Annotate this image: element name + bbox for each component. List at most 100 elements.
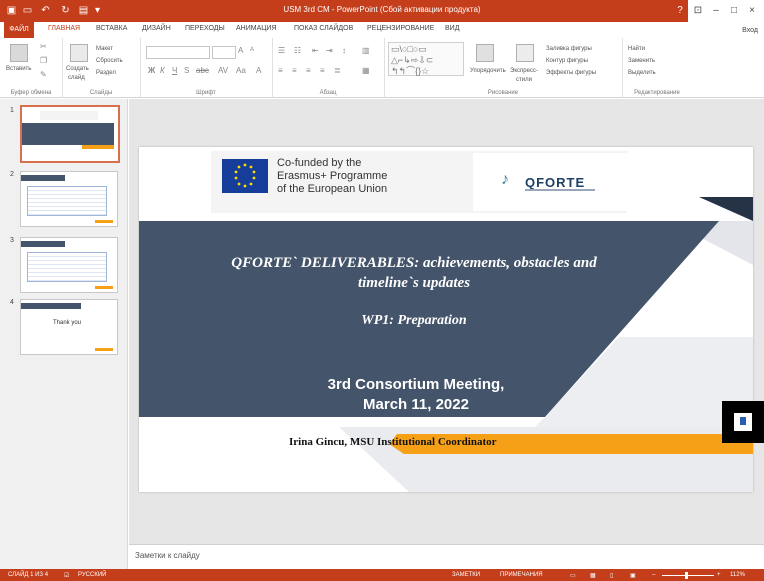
grow-font-icon[interactable]: A bbox=[238, 46, 243, 55]
justify-icon[interactable]: ≡ bbox=[320, 66, 325, 75]
sign-in-link[interactable]: Вход bbox=[742, 27, 758, 34]
window-title: USM 3rd CM - PowerPoint (Сбой активации … bbox=[283, 5, 481, 14]
paragraph-group: ☰ ☷ ⇤ ⇥ ↕ ▥ ≡ ≡ ≡ ≡ ≣ ▦ Абзац bbox=[272, 38, 385, 98]
font-group: A A Ж К Ч S abc AV Aa A Шрифт bbox=[140, 38, 273, 98]
strikethrough-icon[interactable]: abc bbox=[196, 66, 209, 75]
new-slide-button[interactable]: Создать bbox=[66, 66, 89, 72]
close-icon[interactable]: × bbox=[746, 5, 758, 16]
new-slide-icon[interactable] bbox=[70, 44, 88, 62]
slideshow-icon[interactable]: ▣ bbox=[630, 572, 636, 579]
find-button[interactable]: Найти bbox=[628, 46, 645, 52]
layout-button[interactable]: Макет bbox=[96, 46, 113, 52]
zoom-level[interactable]: 112% bbox=[730, 572, 745, 578]
slide-title: QFORTE` DELIVERABLES: achievements, obst… bbox=[169, 253, 659, 293]
shape-fill-button[interactable]: Заливка фигуры bbox=[546, 46, 592, 52]
zoom-slider-thumb[interactable] bbox=[685, 572, 688, 579]
shadow-icon[interactable]: S bbox=[184, 66, 189, 75]
thumb-orange-bar bbox=[95, 220, 113, 223]
editing-label: Редактирование bbox=[634, 90, 680, 96]
arrange-icon[interactable] bbox=[476, 44, 494, 62]
new-slide-button-line2[interactable]: слайд bbox=[68, 75, 85, 81]
normal-view-icon[interactable]: ▭ bbox=[570, 572, 576, 579]
section-button[interactable]: Раздел bbox=[96, 70, 116, 76]
shrink-font-icon[interactable]: A bbox=[250, 47, 254, 53]
align-right-icon[interactable]: ≡ bbox=[306, 66, 311, 75]
thumb-header-bar bbox=[21, 303, 81, 309]
spacing-icon[interactable]: AV bbox=[218, 66, 228, 75]
decrease-indent-icon[interactable]: ⇤ bbox=[312, 46, 319, 55]
tab-insert[interactable]: ВСТАВКА bbox=[96, 25, 127, 32]
copy-icon[interactable]: ❐ bbox=[40, 56, 47, 65]
tab-transitions[interactable]: ПЕРЕХОДЫ bbox=[185, 25, 225, 32]
zoom-slider-track[interactable] bbox=[662, 575, 714, 576]
help-button[interactable]: ? bbox=[674, 5, 686, 16]
paste-button[interactable]: Вставить bbox=[6, 66, 31, 72]
arrange-button[interactable]: Упорядочить bbox=[470, 68, 506, 74]
tab-design[interactable]: ДИЗАЙН bbox=[142, 25, 171, 32]
thumb-number-2: 2 bbox=[10, 171, 14, 178]
italic-icon[interactable]: К bbox=[160, 66, 165, 75]
language-indicator[interactable]: РУССКИЙ bbox=[78, 572, 106, 578]
qforte-logo-icon: ♪ bbox=[501, 171, 509, 188]
slide-thumbnail-2[interactable] bbox=[20, 171, 118, 227]
font-size-combo[interactable] bbox=[212, 46, 236, 59]
slide-canvas[interactable]: Co-funded by the Erasmus+ Programme of t… bbox=[139, 147, 753, 492]
notes-placeholder: Заметки к слайду bbox=[135, 551, 200, 560]
slide-thumbnail-3[interactable] bbox=[20, 237, 118, 293]
thumb-header-bar bbox=[21, 241, 65, 247]
change-case-icon[interactable]: Aa bbox=[236, 66, 246, 75]
increase-indent-icon[interactable]: ⇥ bbox=[326, 46, 333, 55]
quick-styles-button[interactable]: Экспресс- bbox=[510, 68, 538, 74]
drawing-label: Рисование bbox=[487, 90, 519, 96]
zoom-out-icon[interactable]: – bbox=[652, 572, 655, 578]
quick-styles-button-line2[interactable]: стили bbox=[516, 77, 532, 83]
cut-icon[interactable]: ✂ bbox=[40, 42, 47, 51]
shape-outline-button[interactable]: Контур фигуры bbox=[546, 58, 588, 64]
notes-pane[interactable]: Заметки к слайду bbox=[129, 544, 764, 569]
replace-button[interactable]: Заменить bbox=[628, 58, 655, 64]
smartart-icon[interactable]: ▦ bbox=[362, 66, 370, 75]
zoom-in-icon[interactable]: + bbox=[717, 572, 721, 578]
numbering-icon[interactable]: ☷ bbox=[294, 46, 301, 55]
meeting-info: 3rd Consortium Meeting, March 11, 2022 bbox=[279, 375, 553, 415]
tab-home[interactable]: ГЛАВНАЯ bbox=[48, 25, 80, 32]
shape-effects-button[interactable]: Эффекты фигуры bbox=[546, 70, 596, 76]
slide-thumbnail-4[interactable]: Thank you bbox=[20, 299, 118, 355]
slide-sorter-icon[interactable]: ▦ bbox=[590, 572, 596, 579]
shapes-gallery[interactable]: ▭\○□○▭ △⌐↳⇨⇩⊂ ↰↰⌒{}☆ bbox=[388, 42, 464, 76]
tab-slideshow[interactable]: ПОКАЗ СЛАЙДОВ bbox=[294, 25, 353, 32]
maximize-icon[interactable]: □ bbox=[728, 5, 740, 16]
font-name-combo[interactable] bbox=[146, 46, 210, 59]
font-color-icon[interactable]: A bbox=[256, 66, 261, 75]
slide-thumbnail-1[interactable] bbox=[20, 105, 120, 163]
spellcheck-icon[interactable]: ☑ bbox=[64, 572, 69, 579]
paste-icon[interactable] bbox=[10, 44, 28, 62]
distributed-icon[interactable]: ≣ bbox=[334, 66, 341, 75]
minimize-icon[interactable]: – bbox=[710, 5, 722, 16]
align-left-icon[interactable]: ≡ bbox=[278, 66, 283, 75]
thumb-orange-bar bbox=[82, 145, 114, 149]
thumb-header-bar bbox=[21, 175, 65, 181]
align-center-icon[interactable]: ≡ bbox=[292, 66, 297, 75]
columns-icon[interactable]: ▥ bbox=[362, 46, 370, 55]
thumb-orange-bar bbox=[95, 286, 113, 289]
underline-icon[interactable]: Ч bbox=[172, 66, 177, 75]
tab-file[interactable]: ФАЙЛ bbox=[4, 22, 34, 38]
reset-button[interactable]: Сбросить bbox=[96, 58, 123, 64]
select-button[interactable]: Выделить bbox=[628, 70, 656, 76]
bold-icon[interactable]: Ж bbox=[148, 66, 155, 75]
quick-styles-icon[interactable] bbox=[516, 44, 534, 62]
bullets-icon[interactable]: ☰ bbox=[278, 46, 285, 55]
line-spacing-icon[interactable]: ↕ bbox=[342, 46, 346, 55]
ribbon-options-icon[interactable]: ⊡ bbox=[692, 5, 704, 16]
format-painter-icon[interactable]: ✎ bbox=[40, 70, 47, 79]
tab-review[interactable]: РЕЦЕНЗИРОВАНИЕ bbox=[367, 25, 434, 32]
tab-view[interactable]: ВИД bbox=[445, 25, 459, 32]
recording-widget[interactable] bbox=[722, 401, 764, 443]
tab-animations[interactable]: АНИМАЦИЯ bbox=[236, 25, 277, 32]
notes-toggle[interactable]: ЗАМЕТКИ bbox=[452, 572, 480, 578]
slides-group: Создать слайд Макет Сбросить Раздел Слай… bbox=[62, 38, 141, 98]
reading-view-icon[interactable]: ▯ bbox=[610, 572, 613, 579]
slide-thumbnails-panel[interactable]: 1 2 3 4 Thank you bbox=[0, 99, 128, 569]
comments-toggle[interactable]: ПРИМЕЧАНИЯ bbox=[500, 572, 543, 578]
